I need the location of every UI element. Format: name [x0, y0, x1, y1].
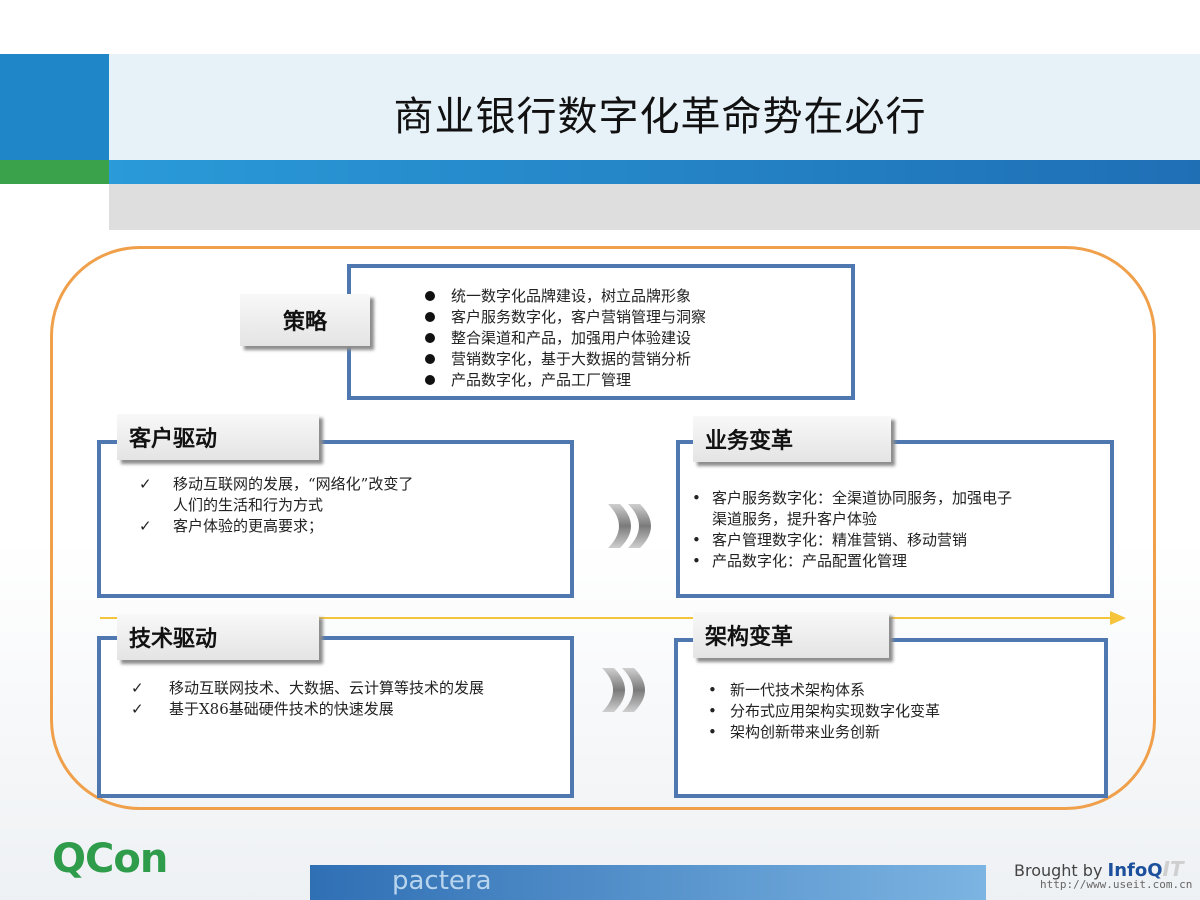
- checkmark-icon: ✓: [139, 475, 152, 493]
- bullet-dot-icon: [411, 307, 441, 328]
- tech-drive-label-text: 技术驱动: [129, 626, 218, 652]
- header-grey-strip: [109, 184, 1200, 230]
- header-blue-strip: [109, 160, 1200, 184]
- bullet-dot-icon: [411, 286, 441, 307]
- business-change-list: • 客户服务数字化：全渠道协同服务，加强电子 渠道服务，提升客户体验 • 客户管…: [690, 488, 1110, 572]
- list-item: ✓ 移动互联网技术、大数据、云计算等技术的发展: [131, 679, 485, 697]
- list-item: ✓ 移动互联网的发展，“网络化”改变了 人们的生活和行为方式: [139, 475, 414, 514]
- bullet-icon: •: [692, 531, 701, 549]
- strategy-list: 统一数字化品牌建设，树立品牌形象 客户服务数字化，客户营销管理与洞察 整合渠道和…: [411, 286, 851, 391]
- list-item: • 新一代技术架构体系: [708, 681, 866, 699]
- strategy-label: 策略: [240, 294, 370, 346]
- list-item: 营销数字化，基于大数据的营销分析: [411, 349, 851, 370]
- list-item: • 客户服务数字化：全渠道协同服务，加强电子 渠道服务，提升客户体验: [692, 489, 1013, 528]
- strategy-box: 统一数字化品牌建设，树立品牌形象 客户服务数字化，客户营销管理与洞察 整合渠道和…: [347, 264, 855, 400]
- list-item: ✓ 基于X86基础硬件技术的快速发展: [131, 700, 394, 718]
- page-title: 商业银行数字化革命势在必行: [393, 94, 927, 140]
- list-item: 整合渠道和产品，加强用户体验建设: [411, 328, 851, 349]
- list-item: 客户服务数字化，客户营销管理与洞察: [411, 307, 851, 328]
- timeline-arrow-head-icon: [1110, 611, 1126, 625]
- list-item: 统一数字化品牌建设，树立品牌形象: [411, 286, 851, 307]
- business-change-box: • 客户服务数字化：全渠道协同服务，加强电子 渠道服务，提升客户体验 • 客户管…: [676, 440, 1114, 598]
- customer-drive-box: ✓ 移动互联网的发展，“网络化”改变了 人们的生活和行为方式 ✓ 客户体验的更高…: [97, 440, 574, 598]
- arch-change-label-text: 架构变革: [705, 624, 794, 650]
- business-change-label-text: 业务变革: [705, 428, 794, 454]
- arch-change-list: • 新一代技术架构体系 • 分布式应用架构实现数字化变革 • 架构创新带来业务创…: [708, 680, 1104, 743]
- watermark-url: http://www.useit.com.cn: [1040, 878, 1193, 891]
- tech-drive-box: ✓ 移动互联网技术、大数据、云计算等技术的发展 ✓ 基于X86基础硬件技术的快速…: [97, 636, 574, 798]
- tech-drive-list: ✓ 移动互联网技术、大数据、云计算等技术的发展 ✓ 基于X86基础硬件技术的快速…: [131, 678, 570, 720]
- list-item: • 架构创新带来业务创新: [708, 723, 881, 741]
- checkmark-icon: ✓: [139, 517, 152, 535]
- checkmark-icon: ✓: [131, 700, 144, 718]
- customer-drive-label: 客户驱动: [117, 414, 319, 460]
- bullet-dot-icon: [411, 328, 441, 349]
- list-item: • 产品数字化：产品配置化管理: [692, 552, 908, 570]
- header-blue-block: [0, 54, 109, 160]
- list-item: • 分布式应用架构实现数字化变革: [708, 702, 941, 720]
- bullet-icon: •: [692, 489, 701, 507]
- double-chevron-right-icon: [602, 668, 645, 712]
- checkmark-icon: ✓: [131, 679, 144, 697]
- customer-drive-list: ✓ 移动互联网的发展，“网络化”改变了 人们的生活和行为方式 ✓ 客户体验的更高…: [139, 474, 570, 537]
- header-green-strip: [0, 160, 109, 184]
- bullet-dot-icon: [411, 349, 441, 370]
- bullet-icon: •: [708, 702, 717, 720]
- qcon-logo: QCon: [52, 836, 168, 882]
- bullet-dot-icon: [411, 370, 441, 391]
- list-item: • 客户管理数字化：精准营销、移动营销: [692, 531, 968, 549]
- list-item: 产品数字化，产品工厂管理: [411, 370, 851, 391]
- arch-change-box: • 新一代技术架构体系 • 分布式应用架构实现数字化变革 • 架构创新带来业务创…: [674, 638, 1108, 798]
- arch-change-label: 架构变革: [693, 612, 889, 658]
- tech-drive-label: 技术驱动: [117, 614, 319, 660]
- bullet-icon: •: [708, 681, 717, 699]
- strategy-label-text: 策略: [282, 309, 327, 335]
- list-item: ✓ 客户体验的更高要求；: [139, 517, 324, 535]
- pactera-logo: pactera: [392, 866, 492, 896]
- bullet-icon: •: [692, 552, 701, 570]
- double-chevron-right-icon: [608, 504, 651, 548]
- customer-drive-label-text: 客户驱动: [129, 426, 218, 452]
- business-change-label: 业务变革: [693, 416, 891, 462]
- bullet-icon: •: [708, 723, 717, 741]
